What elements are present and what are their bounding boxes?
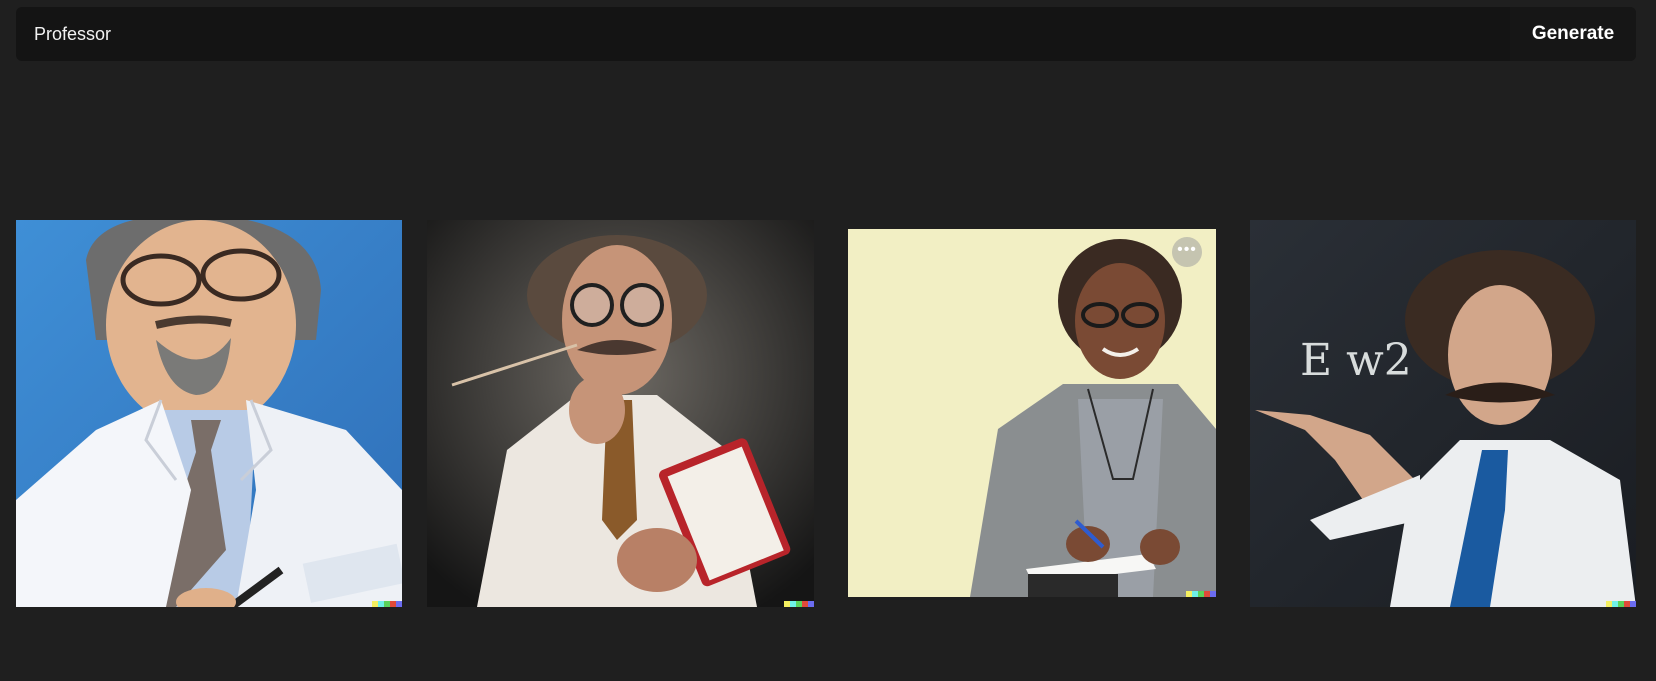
prompt-bar: Generate	[16, 7, 1636, 61]
more-options-button[interactable]: •••	[1172, 237, 1202, 267]
professor-portrait-3	[848, 229, 1216, 597]
swatch-blue	[396, 601, 402, 607]
professor-portrait-2	[427, 220, 814, 607]
swatch-blue	[1210, 591, 1216, 597]
swatch-blue	[808, 601, 814, 607]
prompt-input[interactable]	[16, 7, 1506, 61]
color-swatch	[372, 601, 402, 607]
professor-portrait-1	[16, 220, 402, 607]
result-image-3[interactable]: •••	[848, 229, 1216, 597]
color-swatch	[784, 601, 814, 607]
color-swatch	[1186, 591, 1216, 597]
swatch-blue	[1630, 601, 1636, 607]
color-swatch	[1606, 601, 1636, 607]
generate-button[interactable]: Generate	[1510, 7, 1636, 61]
result-image-1[interactable]	[16, 220, 402, 607]
chalk-text: E w2	[1300, 335, 1412, 386]
result-image-2[interactable]	[427, 220, 814, 607]
professor-portrait-4: E w2	[1250, 220, 1636, 607]
result-image-4[interactable]: E w2	[1250, 220, 1636, 607]
